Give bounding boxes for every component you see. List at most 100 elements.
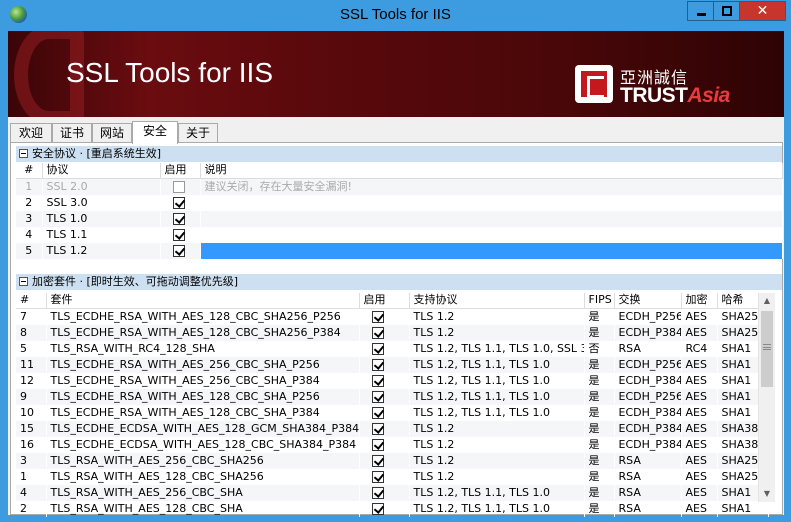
row-number: 11 [16, 356, 47, 373]
enabled-checkbox[interactable] [371, 374, 384, 387]
tab-security[interactable]: 安全 [132, 121, 178, 144]
supported-protocols: TLS 1.2, TLS 1.1, TLS 1.0 [409, 500, 585, 517]
enabled-checkbox[interactable] [371, 486, 384, 499]
row-number: 8 [16, 324, 47, 341]
col-header-protocols[interactable]: 支持协议 [409, 293, 585, 309]
key-exchange: ECDH_P384 [614, 372, 682, 389]
enabled-checkbox[interactable] [371, 470, 384, 483]
row-number: 5 [16, 340, 47, 357]
enabled-checkbox[interactable] [371, 422, 384, 435]
cipher-suite-name: TLS_RSA_WITH_RC4_128_SHA [46, 340, 360, 357]
cipher-row[interactable]: 10 TLS_ECDHE_RSA_WITH_AES_128_CBC_SHA_P38… [16, 404, 769, 421]
app-window: SSL Tools for IIS ✕ SSL Tools for IIS 亞洲… [0, 0, 791, 522]
enabled-checkbox[interactable] [371, 326, 384, 339]
row-number: 12 [16, 372, 47, 389]
minimize-button[interactable] [687, 1, 714, 21]
col-header-enabled[interactable]: 启用 [359, 293, 410, 309]
minimize-icon [697, 13, 706, 16]
collapse-icon[interactable] [19, 277, 28, 286]
cipher-algorithm: AES [681, 356, 718, 373]
col-header-num[interactable]: # [16, 293, 47, 309]
protocol-row[interactable]: 1 SSL 2.0 建议关闭，存在大量安全漏洞! [16, 178, 783, 195]
enabled-checkbox[interactable] [172, 228, 185, 241]
scroll-down-icon[interactable]: ▼ [759, 486, 775, 502]
cipher-suite-name: TLS_ECDHE_ECDSA_WITH_AES_128_CBC_SHA384_… [46, 436, 360, 453]
supported-protocols: TLS 1.2, TLS 1.1, TLS 1.0 [409, 404, 585, 421]
col-header-suite[interactable]: 套件 [46, 293, 360, 309]
ciphers-group-header[interactable]: 加密套件 · [即时生效、可拖动调整优先级] [16, 274, 782, 290]
enabled-checkbox[interactable] [172, 196, 185, 209]
protocol-row[interactable]: 3 TLS 1.0 [16, 210, 783, 227]
row-number: 2 [16, 500, 47, 517]
cipher-algorithm: AES [681, 468, 718, 485]
cipher-row[interactable]: 9 TLS_ECDHE_RSA_WITH_AES_128_CBC_SHA_P256… [16, 388, 769, 405]
cipher-enabled-cell [359, 452, 410, 469]
protocol-enabled-cell [160, 178, 201, 195]
enabled-checkbox[interactable] [172, 180, 185, 193]
cipher-row[interactable]: 16 TLS_ECDHE_ECDSA_WITH_AES_128_CBC_SHA38… [16, 436, 769, 453]
enabled-checkbox[interactable] [172, 244, 185, 257]
tab-about[interactable]: 关于 [178, 123, 218, 143]
protocol-row[interactable]: 2 SSL 3.0 [16, 194, 783, 211]
cipher-row[interactable]: 7 TLS_ECDHE_RSA_WITH_AES_128_CBC_SHA256_P… [16, 308, 769, 325]
enabled-checkbox[interactable] [371, 342, 384, 355]
enabled-checkbox[interactable] [371, 358, 384, 371]
supported-protocols: TLS 1.2, TLS 1.1, TLS 1.0 [409, 372, 585, 389]
scroll-up-icon[interactable]: ▲ [759, 293, 775, 309]
enabled-checkbox[interactable] [172, 212, 185, 225]
cipher-enabled-cell [359, 308, 410, 325]
cipher-row[interactable]: 11 TLS_ECDHE_RSA_WITH_AES_256_CBC_SHA_P25… [16, 356, 769, 373]
cipher-row[interactable]: 2 TLS_RSA_WITH_AES_128_CBC_SHA TLS 1.2, TL… [16, 500, 769, 517]
cipher-suite-name: TLS_ECDHE_RSA_WITH_AES_128_CBC_SHA_P256 [46, 388, 360, 405]
enabled-checkbox[interactable] [371, 502, 384, 515]
cipher-row[interactable]: 1 TLS_RSA_WITH_AES_128_CBC_SHA256 TLS 1.2 是… [16, 468, 769, 485]
fips-value: 是 [584, 468, 615, 485]
close-button[interactable]: ✕ [739, 1, 786, 21]
key-exchange: RSA [614, 468, 682, 485]
protocol-row[interactable]: 5 TLS 1.2 [16, 242, 783, 259]
collapse-icon[interactable] [19, 149, 28, 158]
fips-value: 是 [584, 500, 615, 517]
col-header-description[interactable]: 说明 [200, 163, 783, 179]
cipher-row[interactable]: 3 TLS_RSA_WITH_AES_256_CBC_SHA256 TLS 1.2 是… [16, 452, 769, 469]
cipher-row[interactable]: 5 TLS_RSA_WITH_RC4_128_SHA TLS 1.2, TLS 1.… [16, 340, 769, 357]
supported-protocols: TLS 1.2, TLS 1.1, TLS 1.0 [409, 484, 585, 501]
enabled-checkbox[interactable] [371, 438, 384, 451]
cipher-row[interactable]: 4 TLS_RSA_WITH_AES_256_CBC_SHA TLS 1.2, TL… [16, 484, 769, 501]
col-header-num[interactable]: # [16, 163, 43, 179]
col-header-enabled[interactable]: 启用 [160, 163, 201, 179]
tab-certificates[interactable]: 证书 [52, 123, 92, 143]
col-header-exchange[interactable]: 交换 [614, 293, 682, 309]
cipher-rows: 7 TLS_ECDHE_RSA_WITH_AES_128_CBC_SHA256_P… [16, 308, 769, 517]
cipher-enabled-cell [359, 372, 410, 389]
maximize-button[interactable] [713, 1, 740, 21]
cipher-suite-name: TLS_ECDHE_RSA_WITH_AES_256_CBC_SHA_P256 [46, 356, 360, 373]
tab-sites[interactable]: 网站 [92, 123, 132, 143]
cipher-enabled-cell [359, 356, 410, 373]
cipher-scrollbar[interactable]: ▲ ▼ [758, 293, 775, 502]
col-header-fips[interactable]: FIPS [584, 293, 615, 309]
enabled-checkbox[interactable] [371, 454, 384, 467]
tab-welcome[interactable]: 欢迎 [10, 123, 52, 143]
protocol-name: SSL 3.0 [42, 194, 161, 211]
supported-protocols: TLS 1.2 [409, 452, 585, 469]
cipher-row[interactable]: 8 TLS_ECDHE_RSA_WITH_AES_128_CBC_SHA256_P… [16, 324, 769, 341]
protocol-row[interactable]: 4 TLS 1.1 [16, 226, 783, 243]
title-bar[interactable]: SSL Tools for IIS ✕ [0, 0, 791, 31]
enabled-checkbox[interactable] [371, 390, 384, 403]
cipher-row[interactable]: 15 TLS_ECDHE_ECDSA_WITH_AES_128_GCM_SHA38… [16, 420, 769, 437]
cipher-algorithm: AES [681, 484, 718, 501]
trustasia-logo-icon [575, 65, 613, 103]
supported-protocols: TLS 1.2 [409, 436, 585, 453]
cipher-row[interactable]: 12 TLS_ECDHE_RSA_WITH_AES_256_CBC_SHA_P38… [16, 372, 769, 389]
enabled-checkbox[interactable] [371, 406, 384, 419]
col-header-cipher[interactable]: 加密 [681, 293, 718, 309]
scroll-thumb[interactable] [761, 311, 773, 387]
key-exchange: ECDH_P384 [614, 420, 682, 437]
key-exchange: ECDH_P384 [614, 324, 682, 341]
key-exchange: ECDH_P384 [614, 404, 682, 421]
col-header-protocol[interactable]: 协议 [42, 163, 161, 179]
key-exchange: RSA [614, 500, 682, 517]
enabled-checkbox[interactable] [371, 310, 384, 323]
protocols-group-header[interactable]: 安全协议 · [重启系统生效] [16, 146, 782, 162]
